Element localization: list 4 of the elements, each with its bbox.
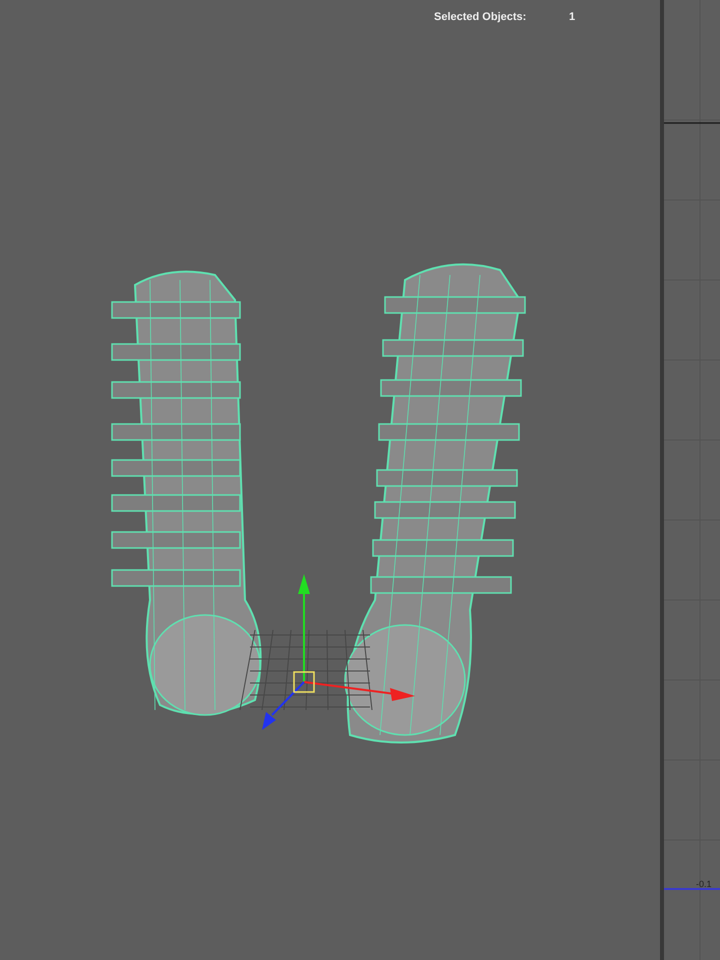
- hud-label: Selected Objects:: [434, 11, 528, 23]
- move-manipulator-icon: [262, 574, 415, 730]
- axis-value-label: -0.1: [696, 879, 712, 889]
- hud-value: 1: [569, 11, 576, 23]
